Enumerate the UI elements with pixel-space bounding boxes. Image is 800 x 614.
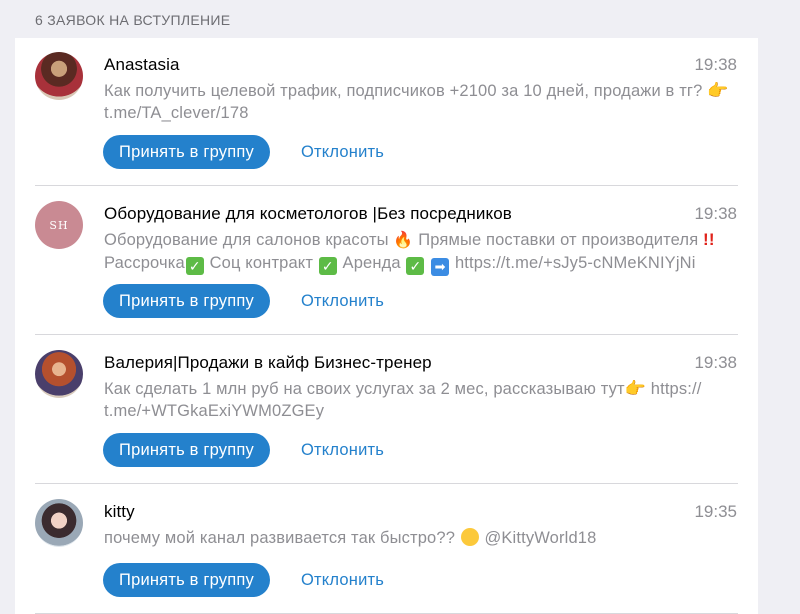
request-message: Как получить целевой трафик, подписчиков… [104,80,744,124]
message-text: Как получить целевой трафик, подписчиков… [104,82,703,100]
double-exclamation-icon: !! [703,230,715,249]
avatar[interactable] [35,52,83,100]
decline-button[interactable]: Отклонить [301,284,384,318]
message-text: Аренда [342,254,401,272]
accept-button[interactable]: Принять в группу [103,433,270,467]
accept-button[interactable]: Принять в группу [103,284,270,318]
message-text: Как сделать 1 млн руб на своих услугах з… [104,380,625,398]
request-time: 19:35 [694,502,737,521]
decline-button[interactable]: Отклонить [301,433,384,467]
avatar[interactable] [35,350,83,398]
right-arrow-icon: ➡ [431,258,450,276]
requester-name[interactable]: Anastasia [104,55,180,75]
decline-button[interactable]: Отклонить [301,563,384,597]
join-requests-list: Anastasia 19:38 Как получить целевой тра… [15,38,758,614]
avatar[interactable]: SH [35,201,83,249]
message-link[interactable]: https://t.me/+sJy5-cNMeKNIYjNi [455,254,696,272]
request-message: почему мой канал развивается так быстро?… [104,527,744,549]
message-text: Рассрочка [104,254,185,272]
requester-name[interactable]: Валерия|Продажи в кайф Бизнес-тренер [104,353,432,373]
accept-button[interactable]: Принять в группу [103,135,270,169]
avatar-monogram: SH [49,218,69,232]
join-requests-header: 6 ЗАЯВОК НА ВСТУПЛЕНИЕ [35,12,231,28]
backhand-index-pointing-right-icon: 👉 [707,81,729,100]
divider [35,185,738,186]
divider [35,334,738,335]
avatar[interactable] [35,499,83,547]
decline-button[interactable]: Отклонить [301,135,384,169]
request-time: 19:38 [694,55,737,74]
message-text: почему мой канал развивается так быстро?… [104,529,456,547]
message-text: Оборудование для салонов красоты [104,231,389,249]
request-time: 19:38 [694,353,737,372]
message-link[interactable]: t.me/TA_clever/178 [104,104,249,122]
message-link[interactable]: https:// [651,380,702,398]
backhand-index-pointing-right-icon: 👉 [624,379,647,398]
message-text: Прямые поставки от производителя [418,231,699,249]
requester-name[interactable]: kitty [104,502,135,522]
divider [35,483,738,484]
message-text: Соц контракт [209,254,314,272]
message-link[interactable]: t.me/+WTGkaExiYWM0ZGEy [104,402,324,420]
check-mark-button-icon: ✓ [318,257,337,275]
request-message: Оборудование для салонов красоты 🔥 Прямы… [104,229,744,276]
fire-icon: 🔥 [393,232,414,249]
requester-name[interactable]: Оборудование для косметологов |Без посре… [104,204,512,224]
request-time: 19:38 [694,204,737,223]
check-mark-button-icon: ✓ [185,257,204,275]
check-mark-button-icon: ✓ [406,257,425,275]
message-link[interactable]: @KittyWorld18 [485,529,597,547]
accept-button[interactable]: Принять в группу [103,563,270,597]
flushed-face-icon [460,528,479,546]
request-message: Как сделать 1 млн руб на своих услугах з… [104,378,744,422]
